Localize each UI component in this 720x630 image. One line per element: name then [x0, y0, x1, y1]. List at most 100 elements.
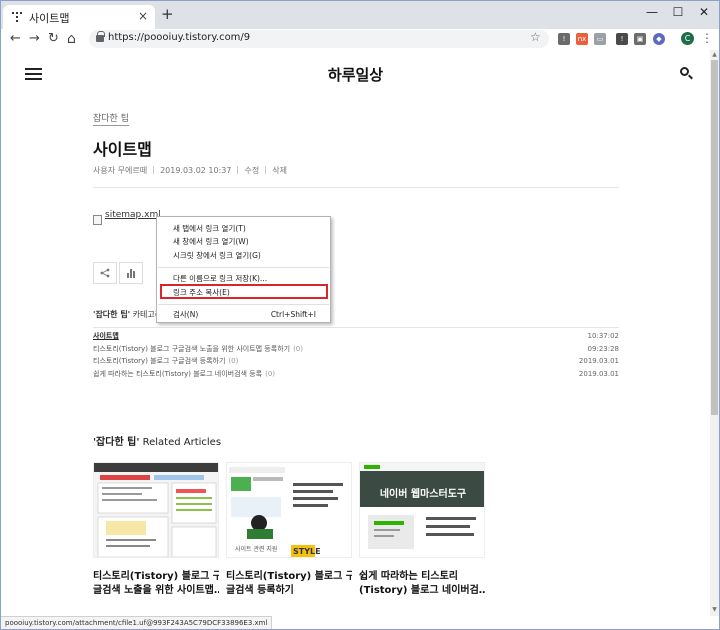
- extension-icon[interactable]: nx: [576, 33, 588, 45]
- category-heading-name: '잡다한 팁': [93, 310, 131, 319]
- lock-icon: [96, 31, 105, 42]
- comment-count: (0): [228, 357, 239, 365]
- browser-menu-icon[interactable]: ⋮: [701, 31, 713, 45]
- article-title-line2[interactable]: (Tistory) 블로그 네이버검…: [359, 584, 485, 598]
- maximize-button[interactable]: ☐: [665, 3, 691, 21]
- bar-chart-icon: [127, 269, 135, 278]
- profile-avatar[interactable]: C: [681, 32, 694, 45]
- forward-icon[interactable]: →: [29, 30, 40, 48]
- tab-title: 사이트맵: [29, 12, 70, 25]
- back-icon[interactable]: ←: [10, 30, 21, 48]
- related-article-card[interactable]: 티스토리(Tistory) 블로그 구 글검색 노출을 위한 사이트맵…: [93, 462, 219, 598]
- file-icon: [93, 215, 102, 225]
- comment-count: (0): [293, 344, 303, 353]
- related-article-card[interactable]: 네이버 웹마스터도구 쉽게 따라하는 티스토리 (Tistory) 블로그 네이…: [359, 462, 485, 598]
- list-item[interactable]: 쉽게 따라하는 티스토리(Tistory) 블로그 네이버검색 등록 (0) 20…: [93, 368, 619, 381]
- new-tab-button[interactable]: +: [161, 7, 174, 22]
- comment-count: (0): [265, 369, 276, 378]
- list-item-date: 2019.03.01: [578, 369, 619, 378]
- list-item[interactable]: 티스토리(Tistory) 블로그 구글검색 등록하기 (0) 2019.03.0…: [93, 355, 619, 368]
- menu-item-inspect[interactable]: 검사(N) Ctrl+Shift+I: [157, 308, 330, 321]
- list-item-title[interactable]: 티스토리(Tistory) 블로그 구글검색 등록하기: [93, 357, 225, 365]
- url-text: https://poooiuy.tistory.com/9: [108, 32, 251, 43]
- statistics-button[interactable]: [119, 262, 143, 284]
- article-title-line1[interactable]: 티스토리(Tistory) 블로그 구: [93, 570, 219, 584]
- title-divider: [93, 187, 619, 188]
- thumbnail-image: [94, 463, 218, 557]
- list-item-date: 09:23:28: [587, 344, 619, 353]
- home-icon[interactable]: ⌂: [67, 30, 76, 48]
- menu-item-label: 다른 이름으로 링크 저장(K)...: [173, 274, 268, 283]
- article-thumbnail[interactable]: STYLE 사이트 관련 지원: [226, 462, 352, 558]
- article-title-line1[interactable]: 티스토리(Tistory) 블로그 구: [226, 570, 352, 584]
- post-author: 사용자 무에르떼: [93, 166, 148, 175]
- close-window-button[interactable]: ✕: [691, 3, 717, 21]
- menu-item-label: 검사(N): [173, 310, 199, 319]
- list-item-title[interactable]: 쉽게 따라하는 티스토리(Tistory) 블로그 네이버검색 등록: [93, 370, 262, 378]
- list-item[interactable]: 사이트맵 10:37:02: [93, 330, 619, 343]
- category-post-list: 사이트맵 10:37:02 티스토리(Tistory) 블로그 구글검색 노출을…: [93, 330, 619, 380]
- post-title: 사이트맵: [93, 140, 152, 159]
- extension-icon[interactable]: ▣: [634, 33, 646, 45]
- post-date: 2019.03.02 10:37: [160, 166, 232, 175]
- meta-divider: [153, 166, 155, 174]
- blog-title[interactable]: 하루일상: [1, 64, 710, 85]
- share-button[interactable]: [93, 262, 117, 284]
- bookmark-star-icon[interactable]: ☆: [530, 30, 541, 44]
- article-thumbnail[interactable]: 네이버 웹마스터도구: [359, 462, 485, 558]
- page-scrollbar[interactable]: ▲ ▼: [710, 50, 719, 616]
- context-menu: 새 탭에서 링크 열기(T) 새 창에서 링크 열기(W) 시크릿 창에서 링크…: [156, 216, 331, 323]
- list-item-title[interactable]: 사이트맵: [93, 330, 119, 343]
- delete-link[interactable]: 삭제: [272, 165, 287, 176]
- list-item[interactable]: 티스토리(Tistory) 블로그 구글검색 노출을 위한 사이트맵 등록하기(…: [93, 343, 619, 356]
- tab-active[interactable]: 사이트맵 ×: [3, 5, 155, 29]
- scroll-up-icon[interactable]: ▲: [711, 51, 718, 58]
- menu-separator: [158, 304, 329, 305]
- list-item-date: 2019.03.01: [578, 357, 619, 365]
- browser-toolbar: ← → ↻ ⌂ https://poooiuy.tistory.com/9 ☆ …: [1, 29, 719, 49]
- thumbnail-image: [360, 463, 484, 557]
- highlight-box: [160, 284, 328, 299]
- related-article-card[interactable]: STYLE 사이트 관련 지원 티스토리(Tistory) 블로그 구 글검색 …: [226, 462, 352, 598]
- extension-icon[interactable]: !: [616, 33, 628, 45]
- share-icon: [100, 268, 110, 278]
- thumbnail-banner: 네이버 웹마스터도구: [379, 489, 467, 500]
- article-title-line1[interactable]: 쉽게 따라하는 티스토리: [359, 570, 485, 584]
- article-title-line2[interactable]: 글검색 노출을 위한 사이트맵…: [93, 584, 219, 598]
- menu-item-label: 새 창에서 링크 열기(W): [173, 237, 249, 246]
- browser-window: 사이트맵 × + — ☐ ✕ ← → ↻ ⌂ https://poooiuy.t…: [0, 0, 720, 630]
- list-item-date: 10:37:02: [587, 332, 619, 340]
- scroll-down-icon[interactable]: ▼: [711, 606, 718, 613]
- extension-icon[interactable]: ▭: [594, 33, 606, 45]
- thumbnail-caption: 사이트 관련 지원: [235, 546, 278, 553]
- article-title-line2[interactable]: 글검색 등록하기: [226, 584, 352, 598]
- page-content: 하루일상 잡다한 팁 사이트맵 사용자 무에르떼 2019.03.02 10:37…: [1, 50, 710, 616]
- post-category-link[interactable]: 잡다한 팁: [93, 113, 129, 126]
- menu-item-open-new-tab[interactable]: 새 탭에서 링크 열기(T): [157, 222, 330, 235]
- related-articles-heading: '잡다한 팁' Related Articles: [93, 433, 221, 448]
- svg-text:STYLE: STYLE: [293, 547, 321, 556]
- tistory-favicon-icon: [12, 12, 22, 22]
- meta-divider: [237, 166, 239, 174]
- minimize-button[interactable]: —: [639, 3, 665, 21]
- extension-icon[interactable]: ◆: [653, 33, 665, 45]
- scrollbar-thumb[interactable]: [711, 60, 718, 415]
- list-item-title[interactable]: 티스토리(Tistory) 블로그 구글검색 노출을 위한 사이트맵 등록하기: [93, 345, 290, 353]
- tab-strip: 사이트맵 × + — ☐ ✕: [1, 1, 719, 29]
- address-bar[interactable]: https://poooiuy.tistory.com/9 ☆: [89, 30, 549, 48]
- reload-icon[interactable]: ↻: [48, 30, 59, 48]
- meta-divider: [265, 166, 267, 174]
- extension-icon[interactable]: !: [558, 33, 570, 45]
- menu-item-label: 시크릿 창에서 링크 열기(G): [173, 251, 261, 260]
- menu-item-open-new-window[interactable]: 새 창에서 링크 열기(W): [157, 235, 330, 248]
- related-heading-suffix: Related Articles: [139, 437, 222, 448]
- edit-link[interactable]: 수정: [244, 165, 259, 176]
- article-thumbnail[interactable]: [93, 462, 219, 558]
- related-heading-name: '잡다한 팁': [93, 437, 140, 448]
- menu-item-open-incognito[interactable]: 시크릿 창에서 링크 열기(G): [157, 249, 330, 262]
- search-icon[interactable]: [680, 67, 693, 80]
- menu-item-label: 새 탭에서 링크 열기(T): [173, 224, 246, 233]
- attachment-link[interactable]: sitemap.xml: [105, 210, 161, 220]
- list-divider: [93, 327, 619, 328]
- tab-close-icon[interactable]: ×: [138, 9, 148, 23]
